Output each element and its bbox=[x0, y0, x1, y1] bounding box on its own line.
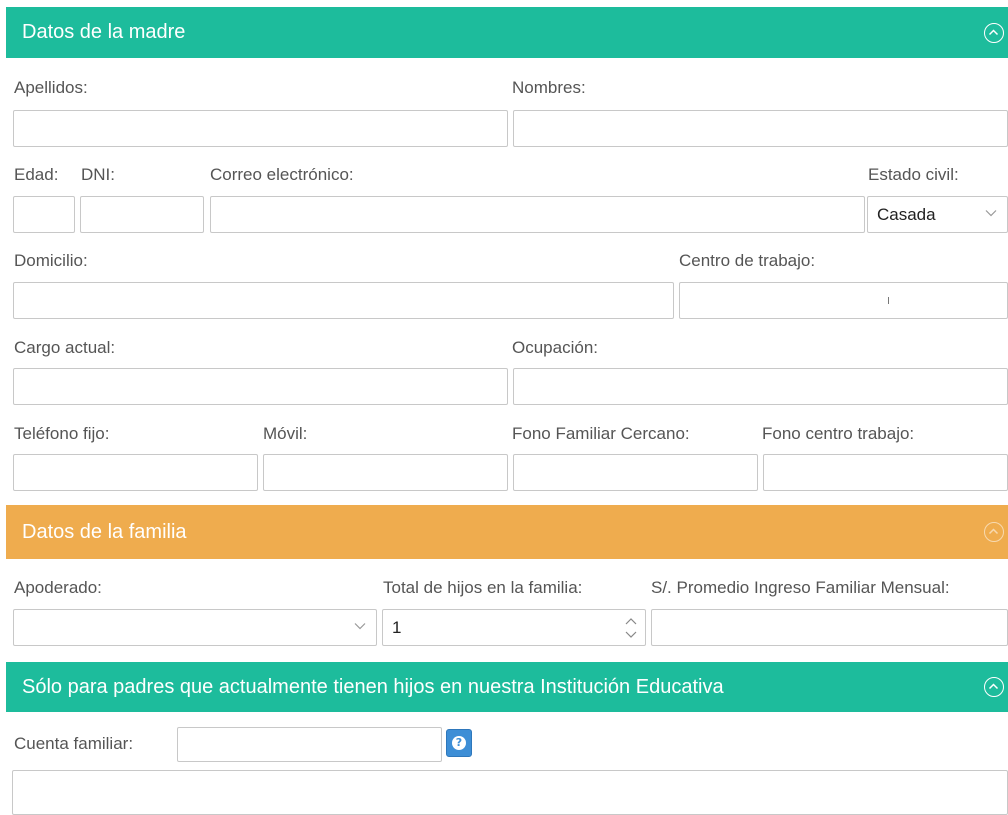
correo-label: Correo electrónico: bbox=[210, 165, 354, 184]
cuenta-detalle-textarea[interactable] bbox=[12, 770, 1008, 815]
estado-civil-label: Estado civil: bbox=[868, 165, 959, 184]
help-button[interactable]: ? bbox=[446, 729, 472, 757]
dni-label: DNI: bbox=[81, 165, 115, 184]
chevron-up-circle-icon[interactable] bbox=[984, 677, 1004, 697]
section-title-madre: Datos de la madre bbox=[22, 21, 186, 43]
section-title-padres: Sólo para padres que actualmente tienen … bbox=[22, 675, 724, 698]
edad-input[interactable] bbox=[13, 196, 75, 233]
apoderado-label: Apoderado: bbox=[14, 578, 102, 597]
domicilio-label: Domicilio: bbox=[14, 251, 88, 270]
fono-familiar-label: Fono Familiar Cercano: bbox=[512, 424, 690, 443]
total-hijos-value: 1 bbox=[392, 617, 402, 637]
ocupacion-label: Ocupación: bbox=[512, 338, 598, 357]
centro-trabajo-input[interactable] bbox=[679, 282, 1008, 319]
fono-trabajo-input[interactable] bbox=[763, 454, 1008, 491]
apellidos-label: Apellidos: bbox=[14, 78, 88, 97]
total-hijos-number-input[interactable]: 1 bbox=[382, 609, 646, 646]
chevron-down-icon bbox=[985, 210, 997, 217]
cuenta-familiar-input[interactable] bbox=[177, 727, 442, 762]
telefono-label: Teléfono fijo: bbox=[14, 424, 110, 443]
edad-label: Edad: bbox=[14, 165, 59, 184]
apoderado-select[interactable] bbox=[13, 609, 377, 646]
ingreso-input[interactable] bbox=[651, 609, 1008, 646]
cargo-label: Cargo actual: bbox=[14, 338, 116, 357]
cargo-input[interactable] bbox=[13, 368, 508, 405]
section-header-familia[interactable]: Datos de la familia bbox=[6, 505, 1008, 559]
correo-input[interactable] bbox=[210, 196, 865, 233]
ocupacion-input[interactable] bbox=[513, 368, 1008, 405]
dni-input[interactable] bbox=[80, 196, 204, 233]
total-hijos-label: Total de hijos en la familia: bbox=[383, 578, 583, 597]
nombres-input[interactable] bbox=[513, 110, 1008, 147]
apellidos-input[interactable] bbox=[13, 110, 508, 147]
question-circle-icon: ? bbox=[452, 736, 466, 750]
movil-label: Móvil: bbox=[263, 424, 308, 443]
cuenta-familiar-label: Cuenta familiar: bbox=[14, 734, 134, 753]
nombres-label: Nombres: bbox=[512, 78, 586, 97]
domicilio-input[interactable] bbox=[13, 282, 674, 319]
section-header-madre[interactable]: Datos de la madre bbox=[6, 7, 1008, 58]
fono-familiar-input[interactable] bbox=[513, 454, 758, 491]
fono-trabajo-label: Fono centro trabajo: bbox=[762, 424, 915, 443]
centro-trabajo-label: Centro de trabajo: bbox=[679, 251, 816, 270]
estado-civil-value: Casada bbox=[877, 204, 936, 224]
telefono-input[interactable] bbox=[13, 454, 258, 491]
ingreso-label: S/. Promedio Ingreso Familiar Mensual: bbox=[651, 578, 950, 597]
section-title-familia: Datos de la familia bbox=[22, 520, 187, 543]
spinner-arrows-icon[interactable] bbox=[625, 616, 637, 640]
movil-input[interactable] bbox=[263, 454, 508, 491]
chevron-down-icon bbox=[354, 623, 366, 630]
text-cursor bbox=[888, 297, 889, 304]
section-header-padres[interactable]: Sólo para padres que actualmente tienen … bbox=[6, 662, 1008, 712]
estado-civil-select[interactable]: Casada bbox=[867, 196, 1008, 233]
chevron-up-circle-icon[interactable] bbox=[984, 22, 1004, 43]
chevron-up-circle-icon[interactable] bbox=[984, 522, 1004, 542]
